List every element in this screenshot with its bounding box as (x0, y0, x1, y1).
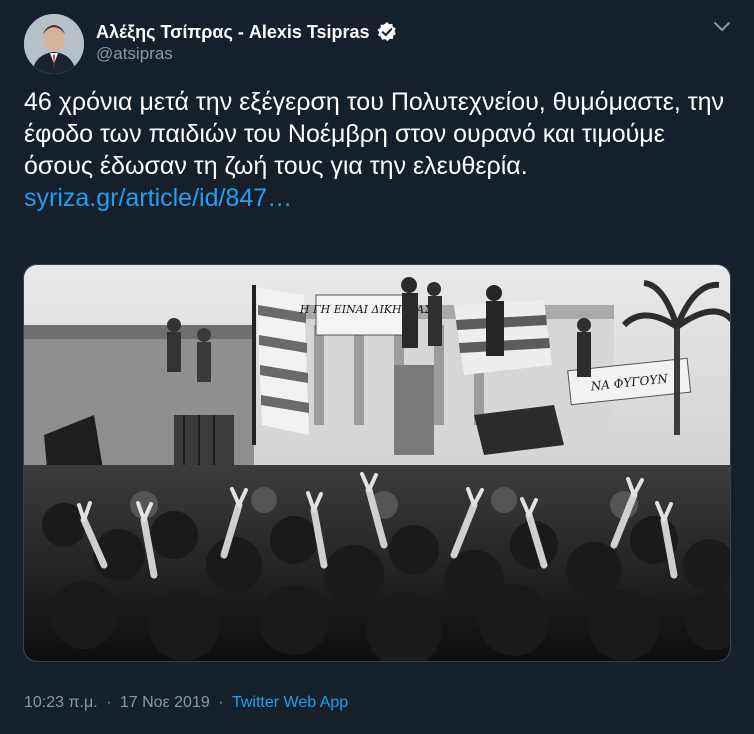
author-row: Αλέξης Τσίπρας - Alexis Tsipras (96, 20, 398, 44)
author-handle[interactable]: @atsipras (96, 44, 173, 64)
avatar[interactable] (24, 14, 84, 74)
verified-badge-icon (376, 21, 398, 43)
author-display-name[interactable]: Αλέξης Τσίπρας - Alexis Tsipras (96, 22, 370, 43)
avatar-photo (24, 14, 84, 74)
tweet-date[interactable]: 17 Νοε 2019 (120, 694, 210, 711)
tweet-time[interactable]: 10:23 π.μ. (24, 694, 98, 711)
meta-separator-2: · (218, 694, 224, 711)
tweet-link[interactable]: syriza.gr/article/id/847… (24, 184, 292, 212)
protest-photo: Η ΓΗ ΕΙΝΑΙ ΔΙΚΗ ΜΑΣ ΝΑ ΦΥΓΟΥΝ (24, 265, 730, 661)
tweet-meta: 10:23 π.μ. · 17 Νοε 2019 · Twitter Web A… (24, 694, 348, 712)
tweet-body: 46 χρόνια μετά την εξέγερση του Πολυτεχν… (24, 88, 725, 180)
tweet-text: 46 χρόνια μετά την εξέγερση του Πολυτεχν… (24, 86, 734, 214)
tweet-source-link[interactable]: Twitter Web App (232, 694, 348, 711)
chevron-down-icon[interactable] (708, 16, 736, 38)
meta-separator: · (106, 694, 112, 711)
tweet-photo[interactable]: Η ΓΗ ΕΙΝΑΙ ΔΙΚΗ ΜΑΣ ΝΑ ΦΥΓΟΥΝ (23, 264, 731, 662)
tweet-card: Αλέξης Τσίπρας - Alexis Tsipras @atsipra… (0, 0, 754, 734)
